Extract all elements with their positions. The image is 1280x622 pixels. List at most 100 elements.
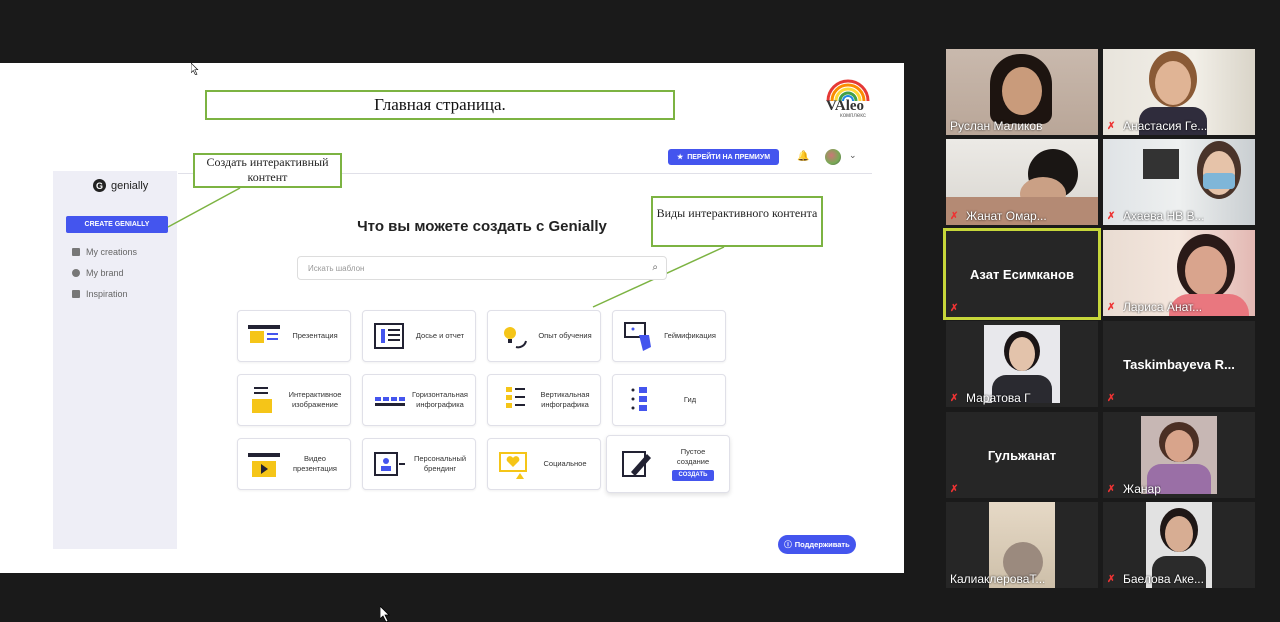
card-label: Интерактивное изображение: [288, 390, 342, 409]
callout-create-content: Создать интерактивный контент: [193, 153, 342, 188]
mic-muted-icon: ✗: [1107, 302, 1116, 313]
pencil-icon: [622, 451, 651, 477]
card-learning-experience[interactable]: Опыт обучения: [487, 310, 601, 362]
mic-muted-icon: ✗: [950, 393, 959, 404]
star-icon: ★: [676, 154, 684, 161]
horizontal-infographic-icon: [375, 397, 405, 406]
card-label: Пустое создание: [676, 447, 710, 466]
participant-tile-active-speaker[interactable]: Азат Есимканов ✗: [943, 228, 1101, 320]
participant-tile[interactable]: ✗ Ахаева НВ В...: [1103, 139, 1255, 225]
mouse-cursor-icon: [380, 606, 390, 622]
blank-create-button[interactable]: СОЗДАТЬ: [672, 470, 714, 481]
card-label: Вертикальная инфографика: [540, 390, 590, 409]
mic-muted-icon: ✗: [1107, 393, 1116, 404]
participant-name: Ахаева НВ В...: [1123, 209, 1205, 223]
mic-muted-icon: ✗: [1107, 574, 1116, 585]
genially-logo[interactable]: G genially: [93, 179, 148, 192]
shared-screen: Главная страница. VAleo комплекс G genia…: [0, 63, 904, 573]
sidebar-item-my-creations[interactable]: My creations: [72, 247, 137, 257]
participant-tile[interactable]: ✗ Баелова Аке...: [1103, 502, 1255, 588]
personal-branding-icon: [374, 452, 405, 476]
notification-bell-icon[interactable]: 🔔: [797, 151, 809, 162]
card-vertical-infographic[interactable]: Вертикальная инфографика: [487, 374, 601, 426]
card-label: Опыт обучения: [538, 331, 592, 340]
card-presentation[interactable]: Презентация: [237, 310, 351, 362]
participant-name: Баелова Аке...: [1123, 572, 1204, 586]
card-horizontal-infographic[interactable]: Горизонтальная инфографика: [362, 374, 476, 426]
genially-brand: genially: [111, 179, 149, 192]
mic-muted-icon: ✗: [950, 211, 959, 222]
lightbulb-icon: [504, 327, 527, 349]
gamification-hand-icon: [624, 322, 651, 351]
social-heart-icon: [499, 452, 527, 479]
participant-name-center: Гульжанат: [987, 447, 1057, 463]
sidebar-item-label: Inspiration: [86, 289, 128, 299]
card-gamification[interactable]: Геймификация: [612, 310, 726, 362]
callout-content-types: Виды интерактивного контента: [651, 196, 823, 247]
participant-name-center: Азат Есимканов: [970, 266, 1074, 282]
participant-tile[interactable]: Taskimbayeva R... ✗: [1103, 321, 1255, 407]
premium-button[interactable]: ★ ПЕРЕЙТИ НА ПРЕМИУМ: [668, 149, 779, 165]
slide-title: Главная страница.: [205, 90, 675, 120]
logo-subtext: комплекс: [840, 113, 866, 119]
page-heading: Что вы можете создать с Genially: [357, 218, 607, 235]
presentation-icon: [248, 325, 280, 343]
sidebar-item-my-brand[interactable]: My brand: [72, 268, 124, 278]
participant-tile[interactable]: ✗ Жанат Омар...: [946, 139, 1098, 225]
interactive-image-icon: [252, 387, 272, 413]
participant-tile[interactable]: ✗ Анастасия Ге...: [1103, 49, 1255, 135]
card-guide[interactable]: Гид: [612, 374, 726, 426]
card-label: Презентация: [292, 331, 338, 340]
create-genially-button[interactable]: CREATE GENIALLY: [66, 216, 168, 233]
card-personal-branding[interactable]: Персональный брендинг: [362, 438, 476, 490]
blank-creation-content: Пустое создание СОЗДАТЬ: [661, 436, 725, 492]
card-interactive-image[interactable]: Интерактивное изображение: [237, 374, 351, 426]
mic-muted-icon: ✗: [950, 484, 959, 495]
participant-tile[interactable]: Гульжанат ✗: [946, 412, 1098, 498]
participant-tile[interactable]: КалиаклероваТ...: [946, 502, 1098, 588]
video-presentation-icon: [248, 453, 280, 477]
search-placeholder: Искать шаблон: [308, 263, 365, 273]
participant-name-center: Taskimbayeva R...: [1123, 356, 1235, 372]
card-label: Геймификация: [664, 331, 716, 340]
mic-muted-icon: ✗: [950, 303, 959, 314]
vertical-infographic-icon: [506, 387, 525, 408]
mouse-cursor-icon: [191, 63, 199, 75]
participant-tile[interactable]: ✗ Маратова Г: [946, 321, 1098, 407]
help-icon: ⓘ: [784, 540, 792, 549]
card-label: Гид: [683, 395, 697, 404]
card-social[interactable]: Социальное: [487, 438, 601, 490]
avatar[interactable]: [825, 149, 841, 165]
search-icon[interactable]: ⌕: [652, 262, 658, 273]
participant-tile[interactable]: ✗ Лариса Анат...: [1103, 230, 1255, 316]
sidebar-item-label: My creations: [86, 247, 138, 257]
participant-name: Лариса Анат...: [1123, 300, 1203, 314]
guide-icon: [631, 387, 647, 411]
card-label: Горизонтальная инфографика: [412, 390, 468, 409]
mic-muted-icon: ✗: [1107, 121, 1116, 132]
participant-tile[interactable]: Руслан Маликов: [946, 49, 1098, 135]
participant-name: КалиаклероваТ...: [950, 572, 1046, 586]
genially-g-icon: G: [93, 179, 106, 192]
participant-tile[interactable]: ✗ Жанар: [1103, 412, 1255, 498]
template-search-input[interactable]: Искать шаблон ⌕: [297, 256, 667, 280]
creations-icon: [72, 248, 80, 256]
card-dossier-report[interactable]: Досье и отчет: [362, 310, 476, 362]
chevron-down-icon[interactable]: ⌄: [849, 150, 857, 161]
dossier-icon: [374, 323, 404, 349]
premium-label: ПЕРЕЙТИ НА ПРЕМИУМ: [687, 153, 771, 161]
support-label: Поддерживать: [794, 540, 850, 549]
card-blank-creation[interactable]: Пустое создание СОЗДАТЬ: [606, 435, 730, 493]
card-label: Видео презентация: [293, 454, 337, 473]
participant-name: Анастасия Ге...: [1123, 119, 1208, 133]
support-button[interactable]: ⓘ Поддерживать: [778, 535, 856, 554]
mic-muted-icon: ✗: [1107, 484, 1116, 495]
card-video-presentation[interactable]: Видео презентация: [237, 438, 351, 490]
brand-icon: [72, 269, 80, 277]
participant-name: Руслан Маликов: [950, 119, 1043, 133]
card-label: Социальное: [543, 459, 587, 468]
card-label: Досье и отчет: [415, 331, 465, 340]
genially-sidebar: G genially CREATE GENIALLY My creations …: [53, 171, 177, 549]
participant-name: Маратова Г: [966, 391, 1031, 405]
sidebar-item-inspiration[interactable]: Inspiration: [72, 289, 128, 299]
